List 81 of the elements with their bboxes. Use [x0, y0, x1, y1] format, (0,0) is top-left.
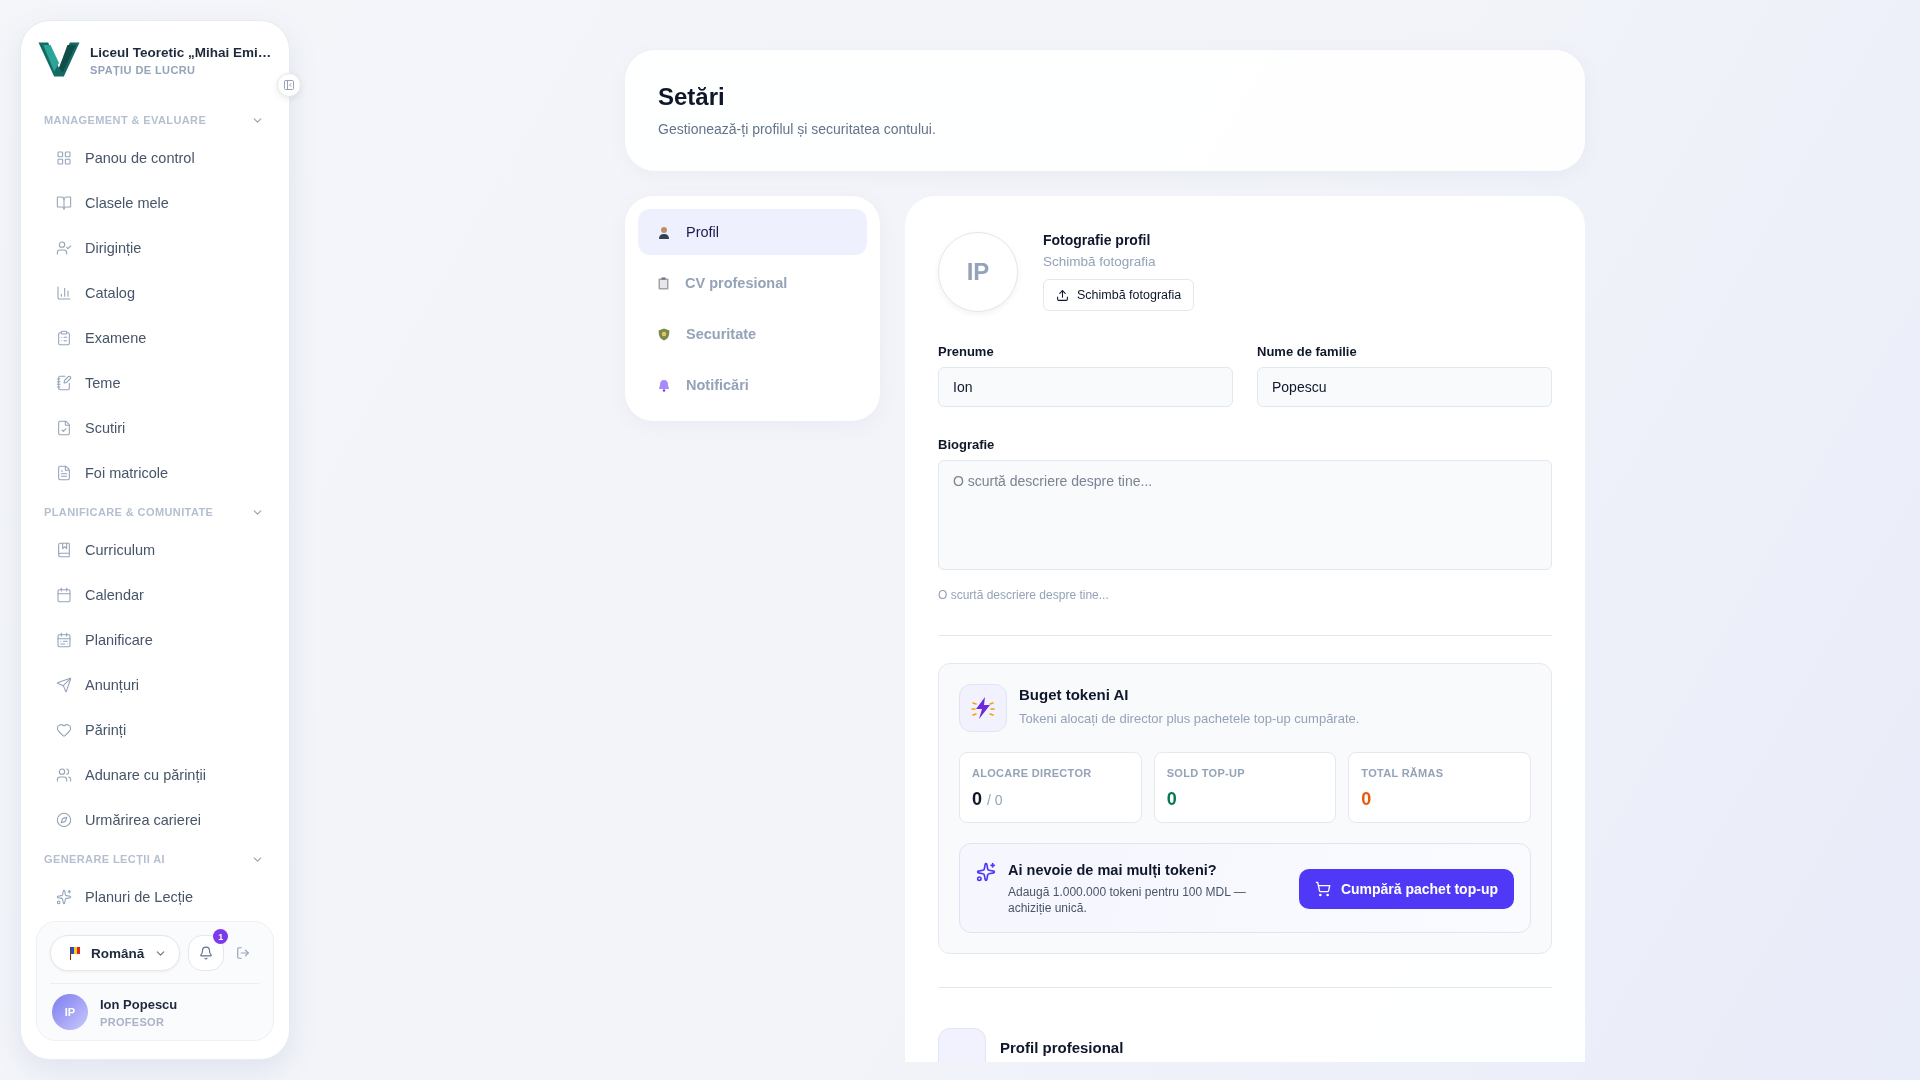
calendar-icon	[56, 631, 72, 648]
settings-tab[interactable]: Profil	[638, 209, 867, 255]
clipboard-icon	[658, 276, 669, 290]
nav-item[interactable]: Teme	[36, 360, 274, 405]
clipboard-icon	[56, 329, 72, 346]
bar-chart-icon	[56, 284, 72, 301]
profile-avatar: IP	[938, 232, 1018, 312]
nav-item[interactable]: Examene	[36, 315, 274, 360]
user-check-icon	[56, 239, 72, 256]
stat-label: ALOCARE DIRECTOR	[972, 767, 1093, 779]
panel-left-icon	[283, 79, 295, 91]
send-icon	[56, 676, 72, 693]
section-icon-tile	[938, 1028, 986, 1062]
stat-value: 0	[972, 789, 982, 810]
nav-item[interactable]: Scutiri	[36, 405, 274, 450]
section-title: Buget tokeni AI	[1019, 686, 1130, 703]
stat-total: / 0	[987, 792, 1003, 808]
nav-item[interactable]: Diriginție	[36, 225, 274, 270]
notebook-pen-icon	[56, 374, 72, 391]
last-name-field[interactable]: Popescu	[1257, 367, 1552, 407]
photo-title: Fotografie profil	[1043, 232, 1151, 248]
lightning-icon	[970, 695, 996, 721]
nav-item[interactable]: Foi matricole	[36, 450, 274, 495]
users-icon	[56, 766, 72, 783]
stat-label: SOLD TOP-UP	[1166, 767, 1246, 779]
user-role: PROFESOR	[100, 1015, 166, 1028]
page-title: Setări	[658, 83, 726, 111]
workspace-label: SPAȚIU DE LUCRU	[90, 63, 197, 76]
nav-item[interactable]: Urmărirea carierei	[36, 797, 274, 842]
field-label: Biografie	[938, 437, 996, 452]
stat-label: TOTAL RĂMAS	[1361, 767, 1445, 779]
shield-icon	[658, 327, 670, 341]
logout-icon	[236, 946, 251, 960]
flag-icon	[69, 946, 81, 960]
sparkles-icon	[56, 888, 72, 905]
calendar-icon	[56, 586, 72, 603]
compass-icon	[56, 811, 72, 828]
language-select[interactable]: Română	[50, 935, 181, 971]
notifications-button[interactable]	[188, 935, 225, 971]
cart-icon	[1314, 881, 1331, 898]
section-subtitle: Tokeni alocați de director plus pachetele top-up cumpărate.	[1019, 711, 1360, 726]
book-icon	[56, 194, 72, 211]
school-name: Liceul Teoretic „Mihai Emi…	[90, 43, 272, 61]
sparkles-icon	[976, 862, 996, 882]
heart-icon	[56, 721, 72, 738]
change-photo-button[interactable]: Schimbă fotografia	[1043, 279, 1195, 311]
bell-icon	[658, 378, 670, 392]
person-icon	[658, 225, 670, 239]
notification-badge: 1	[213, 929, 229, 944]
upload-icon	[1056, 288, 1069, 302]
user-avatar: IP	[52, 994, 88, 1030]
user-name: Ion Popescu	[100, 996, 178, 1012]
top-up-text: Adaugă 1.000.000 tokeni pentru 100 MDL — achiziție unică.	[1008, 884, 1247, 917]
nav-item[interactable]: Planuri de Lecție	[36, 874, 274, 919]
stat-value: 0	[1361, 789, 1372, 810]
nav-item[interactable]: Calendar	[36, 572, 274, 617]
field-hint: O scurtă descriere despre tine...	[938, 588, 1110, 602]
buy-top-up-button[interactable]: Cumpără pachet top-up	[1298, 869, 1514, 910]
bell-icon	[199, 946, 214, 960]
collapse-sidebar-button[interactable]	[277, 73, 301, 97]
field-label: Prenume	[938, 344, 995, 359]
field-label: Nume de familie	[1257, 344, 1358, 359]
file-icon	[56, 464, 72, 481]
grid-icon	[56, 149, 72, 166]
nav-item[interactable]: Planificare	[36, 617, 274, 662]
top-up-title: Ai nevoie de mai mulți tokeni?	[1008, 862, 1218, 878]
nav-item[interactable]: Adunare cu părinții	[36, 752, 274, 797]
first-name-field[interactable]: Ion	[938, 367, 1233, 407]
section-title: Profil profesional	[1000, 1038, 1124, 1056]
bookmark-book-icon	[56, 541, 72, 558]
nav-item[interactable]: Părinți	[36, 707, 274, 752]
nav-item[interactable]: Panou de control	[36, 135, 274, 180]
nav-item[interactable]: Curriculum	[36, 527, 274, 572]
page-subtitle: Gestionează-ți profilul și securitatea contului.	[658, 121, 937, 137]
photo-subtitle: Schimbă fotografia	[1043, 254, 1156, 269]
nav-item[interactable]: Clasele mele	[36, 180, 274, 225]
nav-item[interactable]: Anunțuri	[36, 662, 274, 707]
stat-value: 0	[1166, 789, 1177, 810]
nav-item[interactable]: Catalog	[36, 270, 274, 315]
file-check-icon	[56, 419, 72, 436]
biography-field[interactable]: O scurtă descriere despre tine...	[938, 460, 1552, 570]
